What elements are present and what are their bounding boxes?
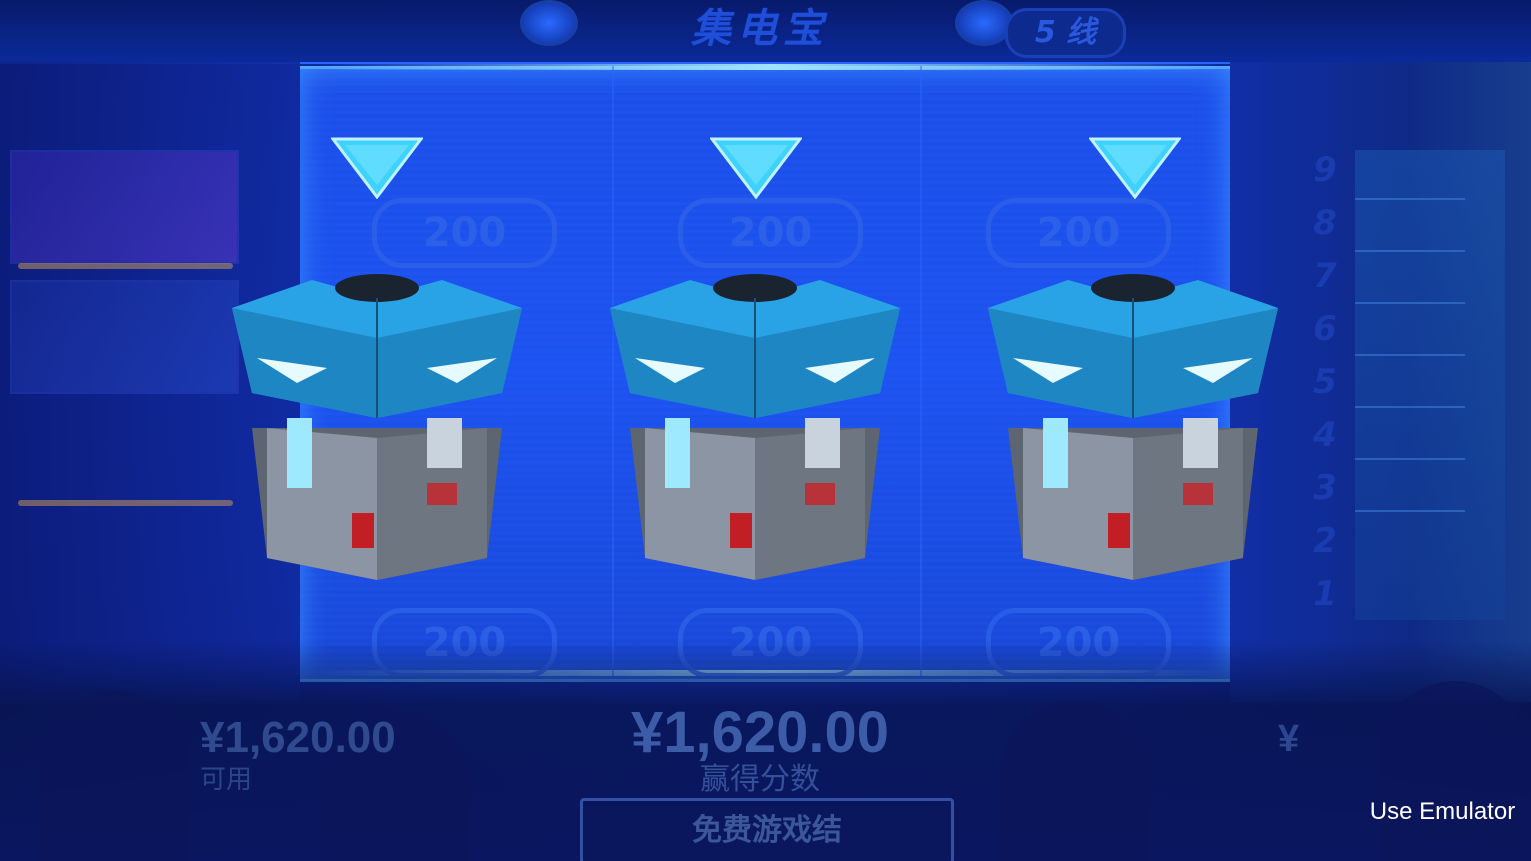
left-panel-bar xyxy=(18,263,233,269)
payline-number: 7 xyxy=(1313,256,1337,296)
shelf-divider xyxy=(1355,406,1465,408)
reel-glow-top xyxy=(320,64,1220,70)
shelf-divider xyxy=(1355,302,1465,304)
ghost-symbol: 200 xyxy=(986,198,1171,268)
triangle-down-icon xyxy=(331,137,423,199)
shelf-divider xyxy=(1355,458,1465,460)
right-shelves xyxy=(1355,150,1505,620)
shelf-divider xyxy=(1355,250,1465,252)
balance-label: 可用 xyxy=(200,765,253,795)
loot-box-icon xyxy=(232,274,522,580)
triangle-down-icon xyxy=(1089,137,1181,199)
balance-amount: ¥1,620.00 xyxy=(200,713,396,762)
crowd-silhouette xyxy=(1000,701,1150,861)
top-header: 集电宝 5 线 xyxy=(0,0,1531,64)
loot-box-icon xyxy=(988,274,1278,580)
payline-number: 1 xyxy=(1313,574,1337,614)
left-panel-bar xyxy=(18,500,233,506)
win-label: 赢得分数 xyxy=(700,762,820,797)
shelf-divider xyxy=(1355,354,1465,356)
payline-number: 9 xyxy=(1313,150,1337,190)
win-amount: ¥1,620.00 xyxy=(630,700,890,765)
payline-numbers: 9 8 7 6 5 4 3 2 1 xyxy=(1300,150,1350,620)
ghost-symbol: 200 xyxy=(372,198,557,268)
use-emulator-button[interactable]: Use Emulator xyxy=(1360,792,1525,832)
crowd-silhouette xyxy=(1380,681,1530,861)
payline-number: 3 xyxy=(1313,468,1337,508)
payline-number: 8 xyxy=(1313,203,1337,243)
shelf-divider xyxy=(1355,510,1465,512)
shelf-divider xyxy=(1355,198,1465,200)
left-panel-slot xyxy=(10,150,239,264)
crowd-silhouette xyxy=(40,691,190,861)
game-stage: 集电宝 5 线 9 8 7 6 5 4 3 2 1 200 200 200 20… xyxy=(0,0,1531,861)
payline-number: 2 xyxy=(1313,521,1337,561)
free-game-banner: 免费游戏结 xyxy=(580,798,954,861)
ghost-symbol: 200 xyxy=(678,198,863,268)
lines-badge: 5 线 xyxy=(1005,8,1126,58)
bolt-icon xyxy=(520,0,578,46)
reel-divider xyxy=(920,66,922,676)
payline-number: 4 xyxy=(1313,415,1337,455)
payline-number: 5 xyxy=(1313,362,1337,402)
bet-amount: ¥ xyxy=(1278,718,1300,760)
game-title: 集电宝 xyxy=(691,6,829,52)
loot-box-icon xyxy=(610,274,900,580)
triangle-down-icon xyxy=(710,137,802,199)
payline-number: 6 xyxy=(1313,309,1337,349)
left-panel-slot xyxy=(10,280,239,394)
